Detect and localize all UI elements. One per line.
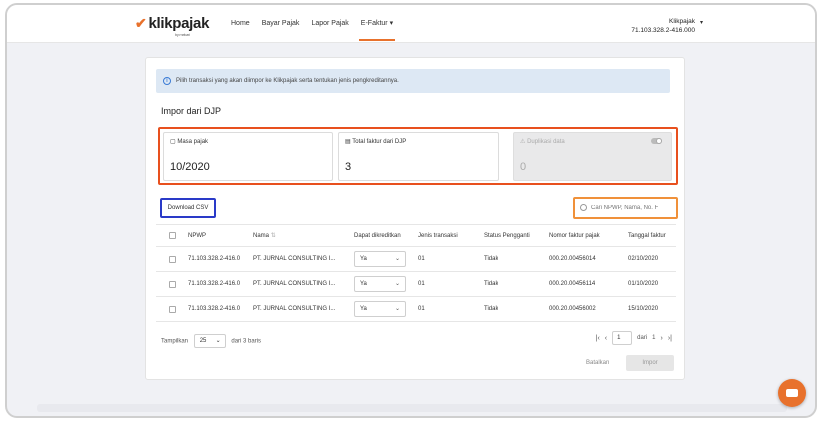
- dapat-dikreditkan-select[interactable]: Ya ⌄: [354, 251, 406, 267]
- chevron-down-icon: ⌄: [215, 338, 221, 344]
- summary-panel: ▢ Masa pajak 10/2020 ▤ Total faktur dari…: [158, 127, 678, 185]
- rows-per-page: Tampilkan 25 ⌄ dari 3 baris: [161, 334, 261, 348]
- warning-icon: ⚠: [520, 139, 526, 145]
- row-count-text: dari 3 baris: [231, 338, 262, 345]
- total-faktur-box: ▤ Total faktur dari DJP 3: [338, 132, 499, 181]
- page-input[interactable]: 1: [612, 331, 633, 345]
- cancel-button[interactable]: Batalkan: [586, 356, 609, 370]
- total-faktur-label: Total faktur dari DJP: [352, 139, 407, 145]
- user-menu-chevron-icon[interactable]: ▾: [700, 19, 703, 26]
- duplikasi-toggle[interactable]: [651, 138, 662, 144]
- cell-nomor: 000.20.00456002: [549, 306, 596, 312]
- cell-npwp: 71.103.328.2-416.0: [188, 256, 241, 262]
- chevron-down-icon: ⌄: [394, 281, 400, 287]
- cell-nama: PT. JURNAL CONSULTING I...: [253, 281, 336, 287]
- dapat-dikreditkan-select[interactable]: Ya ⌄: [354, 276, 406, 292]
- cell-nomor: 000.20.00456014: [549, 256, 596, 262]
- prev-page-icon[interactable]: ‹: [605, 335, 607, 342]
- duplikasi-label: Duplikasi data: [527, 139, 565, 145]
- row-checkbox[interactable]: [169, 306, 176, 313]
- duplikasi-value: 0: [520, 161, 527, 173]
- total-faktur-value: 3: [345, 161, 352, 173]
- cell-tanggal: 15/10/2020: [628, 306, 659, 312]
- total-pages: 1: [652, 335, 656, 341]
- bottom-strip: [37, 404, 787, 412]
- col-status-pengganti: Status Pengganti: [484, 233, 530, 239]
- top-navigation: ✔ klikpajak by mekari Home Bayar Pajak La…: [7, 5, 815, 43]
- page-title: Impor dari DJP: [161, 106, 222, 116]
- search-icon: [580, 204, 587, 211]
- col-nomor-faktur: Nomor faktur pajak: [549, 233, 600, 239]
- duplikasi-box: ⚠ Duplikasi data 0: [513, 132, 672, 181]
- user-name: Klikpajak: [668, 18, 695, 25]
- row-checkbox[interactable]: [169, 256, 176, 263]
- dapat-dikreditkan-select[interactable]: Ya ⌄: [354, 301, 406, 317]
- nav-lapor-pajak[interactable]: Lapor Pajak: [305, 5, 354, 43]
- sort-icon: ⇅: [270, 233, 276, 239]
- calendar-icon: ▢: [170, 139, 176, 145]
- col-tanggal-faktur: Tanggal faktur: [628, 233, 666, 239]
- cell-npwp: 71.103.328.2-416.0: [188, 306, 241, 312]
- info-banner: i Pilih transaksi yang akan diimpor ke K…: [156, 69, 670, 93]
- masa-pajak-box: ▢ Masa pajak 10/2020: [163, 132, 333, 181]
- table-row: 71.103.328.2-416.0 PT. JURNAL CONSULTING…: [156, 272, 676, 297]
- table-row: 71.103.328.2-416.0 PT. JURNAL CONSULTING…: [156, 297, 676, 322]
- of-pages-prefix: dari: [637, 335, 648, 341]
- info-icon: i: [163, 77, 171, 85]
- col-jenis-transaksi: Jenis transaksi: [418, 233, 458, 239]
- select-all-checkbox[interactable]: [169, 232, 176, 239]
- row-checkbox[interactable]: [169, 281, 176, 288]
- first-page-icon[interactable]: |‹: [596, 335, 600, 342]
- user-menu[interactable]: Klikpajak 71.103.328.2-416.000: [631, 17, 695, 35]
- per-page-select[interactable]: 25 ⌄: [193, 334, 226, 348]
- cell-nama: PT. JURNAL CONSULTING I...: [253, 256, 336, 262]
- cell-jenis: 01: [418, 256, 425, 262]
- document-icon: ▤: [345, 139, 351, 145]
- check-logo-icon: ✔: [135, 15, 147, 31]
- nav-e-faktur[interactable]: E-Faktur ▾: [355, 5, 399, 43]
- cell-nomor: 000.20.00456114: [549, 281, 596, 287]
- col-nama[interactable]: Nama ⇅: [253, 225, 276, 247]
- klikpajak-logo[interactable]: ✔ klikpajak by mekari: [135, 15, 209, 37]
- faktur-table: NPWP Nama ⇅ Dapat dikreditkan Jenis tran…: [156, 224, 676, 322]
- table-header: NPWP Nama ⇅ Dapat dikreditkan Jenis tran…: [156, 225, 676, 247]
- col-npwp: NPWP: [188, 233, 206, 239]
- masa-pajak-label: Masa pajak: [177, 139, 209, 145]
- nav-e-faktur-label: E-Faktur: [360, 20, 388, 27]
- last-page-icon[interactable]: ›|: [668, 335, 672, 342]
- import-card: i Pilih transaksi yang akan diimpor ke K…: [145, 57, 685, 380]
- main-nav: Home Bayar Pajak Lapor Pajak E-Faktur ▾: [225, 5, 399, 43]
- cell-tanggal: 02/10/2020: [628, 256, 659, 262]
- chat-icon: [786, 389, 798, 397]
- masa-pajak-value: 10/2020: [170, 161, 210, 173]
- chevron-down-icon: ⌄: [394, 306, 400, 312]
- user-npwp: 71.103.328.2-416.000: [631, 27, 695, 34]
- download-csv-button[interactable]: Download CSV: [160, 198, 216, 218]
- cell-status: Tidak: [484, 306, 499, 312]
- col-dapat-dikreditkan: Dapat dikreditkan: [354, 233, 401, 239]
- chevron-down-icon: ▾: [389, 20, 394, 27]
- logo-tagline: by mekari: [175, 32, 190, 37]
- next-page-icon[interactable]: ›: [661, 335, 663, 342]
- app-window: ✔ klikpajak by mekari Home Bayar Pajak La…: [5, 3, 817, 418]
- nav-bayar-pajak[interactable]: Bayar Pajak: [256, 5, 306, 43]
- cell-npwp: 71.103.328.2-416.0: [188, 281, 241, 287]
- cell-nama: PT. JURNAL CONSULTING I...: [253, 306, 336, 312]
- nav-home[interactable]: Home: [225, 5, 256, 43]
- pagination: |‹ ‹ 1 dari 1 › ›|: [596, 331, 672, 345]
- cell-status: Tidak: [484, 256, 499, 262]
- cell-status: Tidak: [484, 281, 499, 287]
- search-input[interactable]: [591, 202, 675, 214]
- search-box[interactable]: [573, 197, 678, 219]
- cell-jenis: 01: [418, 306, 425, 312]
- table-row: 71.103.328.2-416.0 PT. JURNAL CONSULTING…: [156, 247, 676, 272]
- chevron-down-icon: ⌄: [394, 256, 400, 262]
- info-text: Pilih transaksi yang akan diimpor ke Kli…: [176, 78, 399, 84]
- cell-jenis: 01: [418, 281, 425, 287]
- show-label: Tampilkan: [161, 338, 189, 345]
- import-button[interactable]: Impor: [626, 355, 674, 371]
- cell-tanggal: 01/10/2020: [628, 281, 659, 287]
- chat-button[interactable]: [778, 379, 806, 407]
